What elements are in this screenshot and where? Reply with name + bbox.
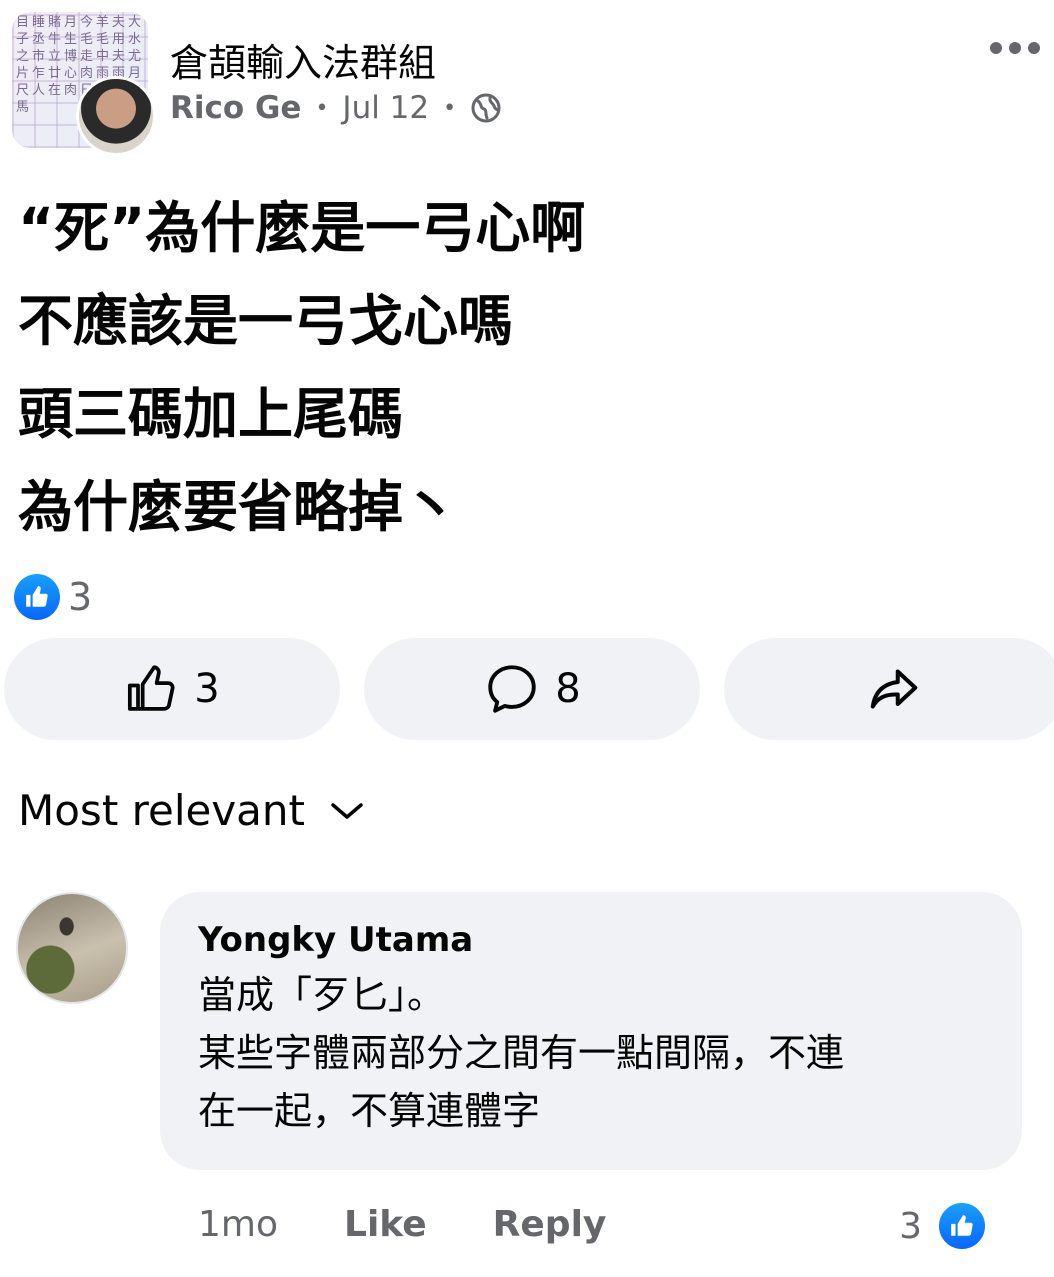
comment-like-button[interactable]: Like [344,1204,427,1245]
author-name[interactable]: Rico Ge [170,90,301,126]
separator-dot: • [443,95,457,121]
commenter-name[interactable]: Yongky Utama [198,920,984,960]
like-button[interactable]: 3 [4,638,340,740]
author-avatar[interactable] [76,76,156,156]
comment-reaction-count: 3 [899,1205,922,1247]
like-reaction-icon [936,1200,988,1252]
comment-bubble[interactable]: Yongky Utama 當成「歹匕」。 某些字體兩部分之間有一點間隔，不連 在… [160,892,1022,1170]
commenter-avatar[interactable] [16,892,128,1004]
comment-button[interactable]: 8 [364,638,700,740]
chevron-down-icon [331,802,363,819]
comment-time[interactable]: 1mo [198,1204,278,1245]
comment-text: 當成「歹匕」。 某些字體兩部分之間有一點間隔，不連 在一起，不算連體字 [198,973,845,1133]
group-name[interactable]: 倉頡輸入法群組 [170,32,436,87]
comment-reply-button[interactable]: Reply [493,1204,607,1245]
reaction-summary[interactable]: 3 [14,574,92,620]
comment-icon [488,665,536,713]
sort-label: Most relevant [18,786,306,835]
thumbs-up-icon [128,665,175,711]
comment-actions: 1mo Like Reply [198,1204,672,1245]
separator-dot: • [315,95,329,121]
share-arrow-icon [870,669,918,709]
like-reaction-icon [14,574,60,620]
post-meta: Rico Ge • Jul 12 • [170,90,502,126]
reaction-count: 3 [68,575,93,619]
like-count: 3 [194,666,220,712]
comment-reaction-summary[interactable]: 3 [899,1200,988,1252]
post-date[interactable]: Jul 12 [342,90,429,126]
more-options-icon[interactable] [990,42,1040,54]
globe-icon [471,93,501,123]
post-text: “死”為什麼是一弓心啊 不應該是一弓戈心嗎 頭三碼加上尾碼 為什麼要省略掉丶 [18,196,586,539]
share-button[interactable] [724,638,1054,740]
comment-count: 8 [555,666,581,712]
comment-sort-dropdown[interactable]: Most relevant [18,786,365,835]
